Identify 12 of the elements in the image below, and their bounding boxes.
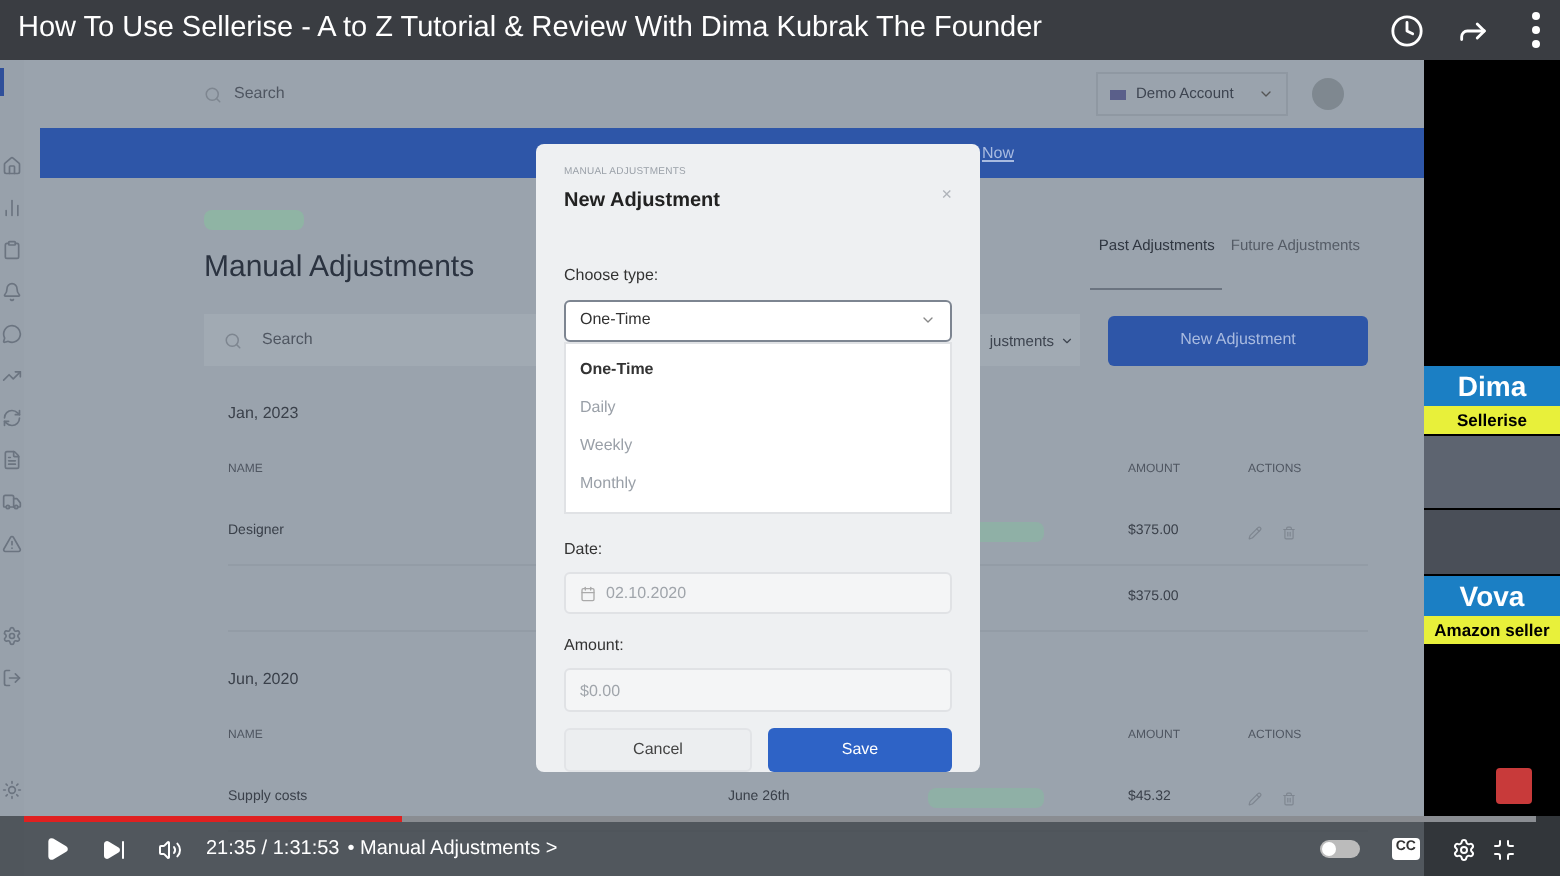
time-display: 21:35 / 1:31:53 <box>206 836 340 864</box>
modal-title: New Adjustment <box>564 187 722 215</box>
host-name: Dima <box>1424 366 1560 406</box>
month-heading: Jun, 2020 <box>228 668 299 693</box>
field-label: Choose type: <box>564 263 661 287</box>
host-role: Amazon seller <box>1424 616 1560 644</box>
field-label: Amount: <box>564 634 626 659</box>
host-name: Vova <box>1424 576 1560 616</box>
host-role: Sellerise <box>1424 406 1560 434</box>
month-heading: Jan, 2023 <box>228 402 299 427</box>
page-title: Manual Adjustments <box>204 247 475 288</box>
field-label: Date: <box>564 537 605 562</box>
